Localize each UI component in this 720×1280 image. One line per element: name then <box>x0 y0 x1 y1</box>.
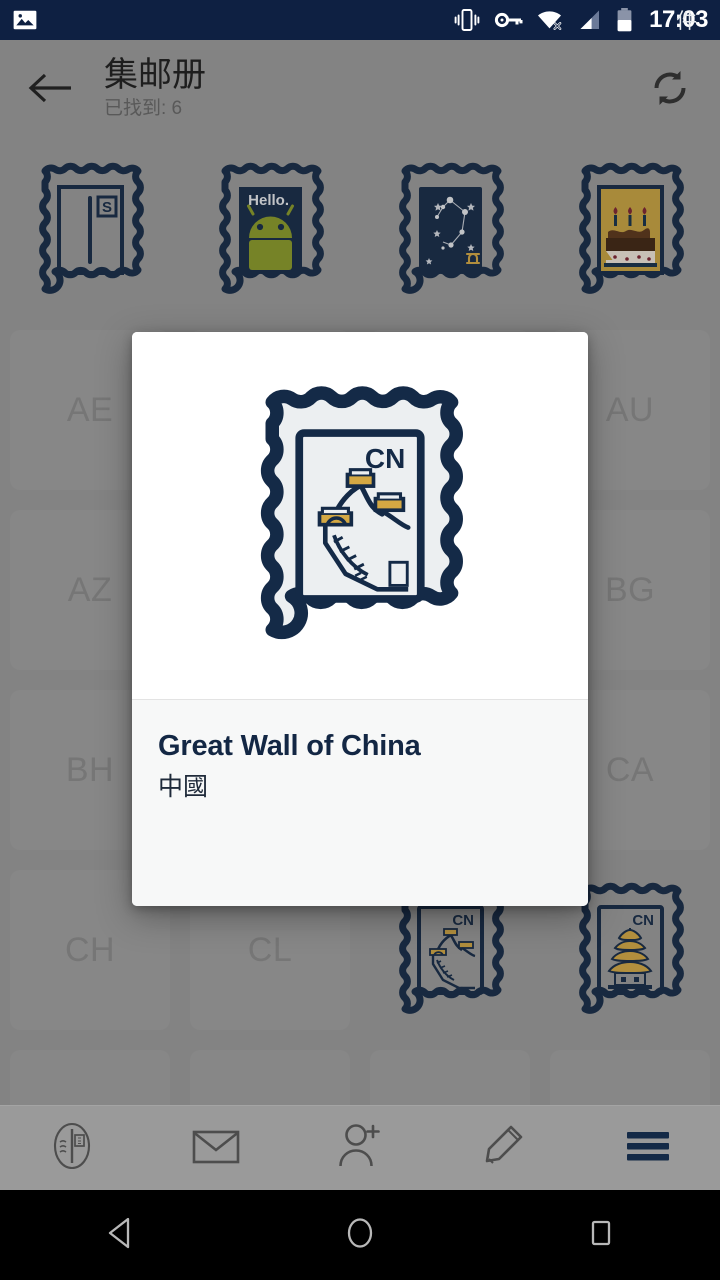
vpn-key-icon <box>494 8 523 32</box>
overlapping-char: 件 <box>676 10 697 33</box>
battery-icon <box>616 7 633 33</box>
toolbar-stamp-album-button[interactable] <box>0 1106 144 1191</box>
status-bar-clock: 17:03 件 <box>649 6 708 33</box>
stamp-pagoda-icon: CN <box>578 882 684 1014</box>
status-bar: 17:03 件 <box>0 0 720 40</box>
stamp-great-wall-large-icon: CN <box>260 385 463 639</box>
back-button[interactable] <box>0 68 100 113</box>
grid-cell-stamp[interactable]: S <box>0 140 180 320</box>
country-code-label: AZ <box>67 570 113 609</box>
found-count-label: 已找到: 6 <box>104 98 183 120</box>
toolbar-add-contact-button[interactable] <box>288 1106 432 1191</box>
stamp-album-icon <box>48 1118 96 1179</box>
country-code-label: CH <box>64 930 116 969</box>
hamburger-menu-icon <box>625 1129 671 1168</box>
refresh-button[interactable] <box>620 67 720 114</box>
country-code-label: BG <box>604 570 656 609</box>
back-arrow-icon <box>27 68 73 113</box>
svg-text:Hello.: Hello. <box>248 192 289 209</box>
vibrate-icon <box>453 7 481 33</box>
country-code-label: AU <box>605 390 655 429</box>
country-code-label: AE <box>66 390 114 429</box>
recents-square-icon <box>583 1214 617 1257</box>
add-person-icon <box>335 1122 385 1175</box>
country-code-label: CA <box>605 750 655 789</box>
toolbar-edit-button[interactable] <box>432 1106 576 1191</box>
svg-text:CN: CN <box>452 912 474 929</box>
grid-cell-stamp[interactable] <box>540 140 720 320</box>
bottom-toolbar <box>0 1105 720 1190</box>
cellular-signal-icon <box>577 8 603 32</box>
svg-text:S: S <box>101 199 111 216</box>
app-bar-titles: 集邮册 已找到: 6 <box>100 56 620 124</box>
android-navigation-bar <box>0 1190 720 1280</box>
nav-back-button[interactable] <box>0 1214 240 1257</box>
wifi-off-icon <box>536 8 564 32</box>
dialog-text-body: Great Wall of China 中國 <box>132 700 588 906</box>
country-code-label: BH <box>65 750 115 789</box>
page-title: 集邮册 <box>104 56 206 95</box>
stamp-letter-s-icon: S <box>38 162 144 294</box>
pencil-icon <box>481 1122 527 1175</box>
toolbar-menu-button[interactable] <box>576 1106 720 1191</box>
toolbar-mail-button[interactable] <box>144 1106 288 1191</box>
image-icon <box>12 7 38 33</box>
nav-recents-button[interactable] <box>480 1214 720 1257</box>
country-code-label: CL <box>247 930 293 969</box>
dialog-title: Great Wall of China <box>158 730 421 762</box>
nav-home-button[interactable] <box>240 1213 480 1258</box>
app-bar: 集邮册 已找到: 6 <box>0 40 720 140</box>
back-triangle-icon <box>103 1214 137 1257</box>
grid-cell-stamp[interactable]: Hello. <box>180 140 360 320</box>
phone-screen: 17:03 件 集邮册 已找到: 6 S Hello. AE AU AZ BG … <box>0 0 720 1280</box>
refresh-icon <box>649 67 691 114</box>
home-circle-icon <box>342 1213 378 1258</box>
envelope-icon <box>191 1125 241 1172</box>
dialog-subtitle: 中國 <box>158 773 209 802</box>
dialog-stamp-image: CN <box>132 332 588 700</box>
stamp-detail-dialog: CN Great Wall of China 中國 <box>132 332 588 906</box>
grid-cell-stamp[interactable] <box>360 140 540 320</box>
stamp-android-hello-icon: Hello. <box>218 162 324 294</box>
stamp-constellation-libra-icon <box>398 162 504 294</box>
svg-text:CN: CN <box>632 912 654 929</box>
stamp-birthday-cake-icon <box>578 162 684 294</box>
